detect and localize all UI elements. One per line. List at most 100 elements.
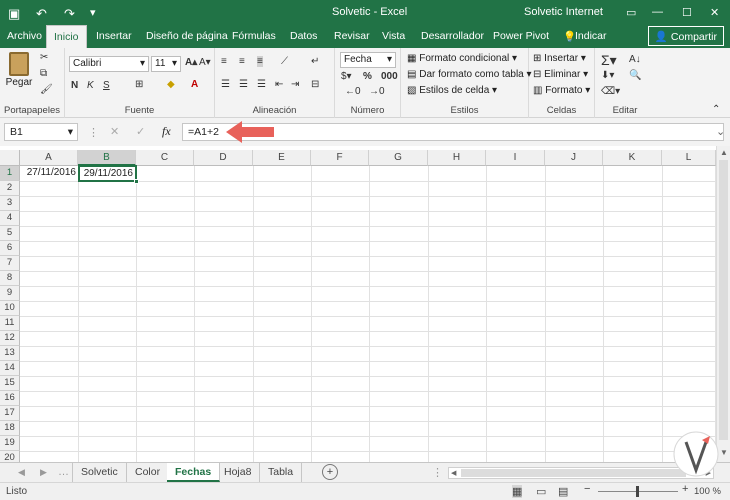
align-top-icon[interactable]: ≡ xyxy=(221,56,227,67)
more-sheets-icon[interactable]: … xyxy=(58,466,69,478)
column-header-h[interactable]: H xyxy=(428,150,486,166)
copy-icon[interactable]: ⧉ xyxy=(40,68,47,79)
tab-diseno-pagina[interactable]: Diseño de página xyxy=(146,30,228,42)
row-header-10[interactable]: 10 xyxy=(0,301,20,316)
number-format-select[interactable]: Fecha ▾ xyxy=(340,52,396,68)
page-break-icon[interactable]: ▤ xyxy=(558,485,568,498)
normal-view-icon[interactable]: ▦ xyxy=(512,485,523,498)
row-header-14[interactable]: 14 xyxy=(0,361,20,376)
add-sheet-icon[interactable]: + xyxy=(322,464,338,480)
row-header-19[interactable]: 19 xyxy=(0,436,20,451)
fill-color-icon[interactable]: ◆ xyxy=(167,79,175,90)
tab-desarrollador[interactable]: Desarrollador xyxy=(421,30,484,42)
h-scroll-thumb[interactable] xyxy=(461,469,686,477)
column-header-i[interactable]: I xyxy=(486,150,545,166)
row-header-6[interactable]: 6 xyxy=(0,241,20,256)
font-size-select[interactable]: 11 ▾ xyxy=(151,56,181,72)
row-header-13[interactable]: 13 xyxy=(0,346,20,361)
column-header-a[interactable]: A xyxy=(20,150,78,166)
align-center-icon[interactable]: ☰ xyxy=(239,79,248,90)
row-header-5[interactable]: 5 xyxy=(0,226,20,241)
zoom-slider-handle[interactable] xyxy=(636,486,639,497)
clear-icon[interactable]: ⌫▾ xyxy=(601,86,620,97)
tab-splitter-icon[interactable]: ⋮ xyxy=(432,466,443,479)
increase-indent-icon[interactable]: ⇥ xyxy=(291,79,299,90)
sheet-tab-solvetic[interactable]: Solvetic xyxy=(73,463,127,482)
row-header-16[interactable]: 16 xyxy=(0,391,20,406)
worksheet-grid[interactable]: A B C D E F G H I J K L 1 2 3 4 5 6 7 8 … xyxy=(0,146,716,462)
delete-cells-button[interactable]: ⊟ Eliminar ▾ xyxy=(533,69,588,80)
account-name[interactable]: Solvetic Internet xyxy=(524,6,603,18)
bold-icon[interactable]: N xyxy=(71,80,78,91)
grow-font-icon[interactable]: A▴ xyxy=(185,57,197,68)
sheet-tab-tabla[interactable]: Tabla xyxy=(260,463,303,482)
enter-icon[interactable]: ✓ xyxy=(136,125,145,138)
cancel-icon[interactable]: ✕ xyxy=(110,125,119,138)
row-header-2[interactable]: 2 xyxy=(0,181,20,196)
column-header-c[interactable]: C xyxy=(136,150,194,166)
scroll-thumb[interactable] xyxy=(719,160,728,440)
undo-icon[interactable]: ↶ xyxy=(36,6,47,22)
save-icon[interactable]: ▣ xyxy=(8,6,20,22)
fill-handle[interactable] xyxy=(134,179,139,184)
row-header-8[interactable]: 8 xyxy=(0,271,20,286)
scroll-up-icon[interactable]: ▲ xyxy=(720,148,728,157)
row-header-1[interactable]: 1 xyxy=(0,166,20,181)
sheet-tab-color[interactable]: Color xyxy=(127,463,170,482)
shrink-font-icon[interactable]: A▾ xyxy=(199,57,211,68)
percent-icon[interactable]: % xyxy=(363,71,372,82)
expand-formula-icon[interactable]: ⌄ xyxy=(716,125,725,138)
underline-icon[interactable]: S xyxy=(103,80,110,91)
zoom-out-icon[interactable]: − xyxy=(584,483,590,495)
font-name-select[interactable]: Calibri ▾ xyxy=(69,56,149,72)
comma-style-icon[interactable]: 000 xyxy=(381,71,398,82)
autosum-icon[interactable]: Σ▾ xyxy=(601,52,617,69)
italic-icon[interactable]: K xyxy=(87,80,94,91)
scroll-left-icon[interactable]: ◀ xyxy=(451,469,456,477)
row-header-12[interactable]: 12 xyxy=(0,331,20,346)
sheet-tab-fechas[interactable]: Fechas xyxy=(167,463,221,482)
tab-power-pivot[interactable]: Power Pivot xyxy=(493,30,549,42)
align-middle-icon[interactable]: ≡ xyxy=(239,56,245,67)
column-header-k[interactable]: K xyxy=(603,150,662,166)
decrease-decimal-icon[interactable]: →0 xyxy=(369,86,385,97)
column-header-j[interactable]: J xyxy=(545,150,603,166)
tab-vista[interactable]: Vista xyxy=(382,30,405,42)
increase-decimal-icon[interactable]: ←0 xyxy=(345,86,361,97)
cell-styles-button[interactable]: ▧ Estilos de celda ▾ xyxy=(407,85,497,96)
row-header-17[interactable]: 17 xyxy=(0,406,20,421)
merge-center-icon[interactable]: ⊟ xyxy=(311,79,319,90)
close-icon[interactable]: ✕ xyxy=(710,6,719,19)
tab-archivo[interactable]: Archivo xyxy=(7,30,42,42)
tab-formulas[interactable]: Fórmulas xyxy=(232,30,276,42)
currency-icon[interactable]: $▾ xyxy=(341,71,352,82)
tab-inicio[interactable]: Inicio xyxy=(46,25,87,48)
customize-qat-icon[interactable]: ▾ xyxy=(90,6,96,19)
tab-datos[interactable]: Datos xyxy=(290,30,317,42)
cut-icon[interactable]: ✂ xyxy=(40,52,48,63)
insert-function-icon[interactable]: fx xyxy=(162,124,171,139)
paste-button[interactable]: Pegar xyxy=(4,52,34,98)
tab-insertar[interactable]: Insertar xyxy=(96,30,132,42)
column-header-e[interactable]: E xyxy=(253,150,311,166)
row-header-18[interactable]: 18 xyxy=(0,421,20,436)
find-select-icon[interactable]: 🔍 xyxy=(629,70,641,81)
borders-icon[interactable]: ⊞ xyxy=(135,79,143,90)
cell-a1[interactable]: 27/11/2016 xyxy=(20,166,78,181)
row-header-15[interactable]: 15 xyxy=(0,376,20,391)
redo-icon[interactable]: ↷ xyxy=(64,6,75,22)
orientation-icon[interactable]: ⟋ xyxy=(281,56,288,67)
fill-icon[interactable]: ⬇▾ xyxy=(601,70,614,81)
format-cells-button[interactable]: ▥ Formato ▾ xyxy=(533,85,590,96)
prev-sheet-icon[interactable]: ◀ xyxy=(18,467,25,478)
wrap-text-icon[interactable]: ↵ xyxy=(311,56,319,67)
zoom-level[interactable]: 100 % xyxy=(694,486,721,497)
column-header-f[interactable]: F xyxy=(311,150,369,166)
select-all-corner[interactable] xyxy=(0,150,20,166)
row-header-7[interactable]: 7 xyxy=(0,256,20,271)
column-header-b[interactable]: B xyxy=(78,150,136,166)
align-bottom-icon[interactable]: ≡ xyxy=(257,56,263,67)
column-header-l[interactable]: L xyxy=(662,150,716,166)
vertical-scrollbar[interactable]: ▲ ▼ xyxy=(716,146,730,462)
maximize-icon[interactable]: ☐ xyxy=(682,6,692,19)
